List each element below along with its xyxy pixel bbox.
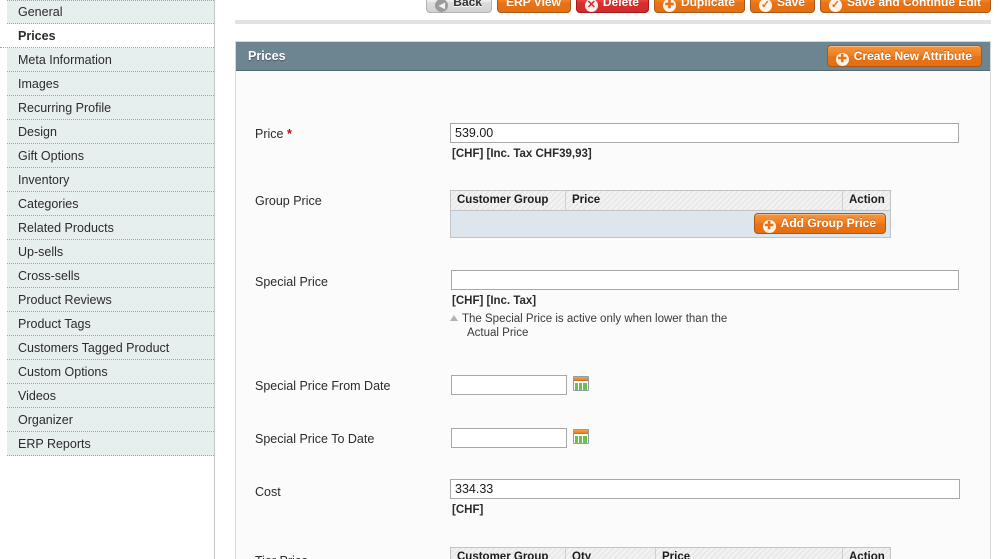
check-icon: ✓: [759, 0, 772, 12]
field-row-tax-class: Tax Class * Artikel: [236, 321, 990, 345]
check-icon: ✓: [829, 0, 842, 12]
sidebar-item-label: Up-sells: [18, 245, 63, 259]
calendar-icon[interactable]: [573, 376, 589, 391]
field-row-special-from-date: Special Price From Date: [236, 153, 990, 177]
calendar-icon[interactable]: [573, 429, 589, 444]
plus-icon: ✚: [663, 0, 676, 12]
field-row-special-to-date: Special Price To Date: [236, 177, 990, 201]
back-button[interactable]: ◀ Back: [426, 0, 492, 13]
cost-input[interactable]: [450, 479, 960, 499]
special-price-to-date-input[interactable]: [451, 428, 567, 448]
sidebar-item-label: Videos: [18, 389, 56, 403]
sidebar-item-label: Inventory: [18, 173, 69, 187]
sidebar-item-related-products[interactable]: Related Products: [7, 216, 214, 240]
product-tabs-sidebar: General Prices Meta Information Images Recur…: [0, 0, 215, 559]
special-price-from-date-label: Special Price From Date: [255, 379, 455, 394]
field-row-tier-price: Tier Price Customer Group Qty Price Acti…: [236, 225, 990, 249]
create-new-attribute-label: Create New Attribute: [854, 49, 972, 63]
sidebar-item-organizer[interactable]: Organizer: [7, 408, 214, 432]
sidebar-item-label: General: [18, 5, 62, 19]
sidebar-item-up-sells[interactable]: Up-sells: [7, 240, 214, 264]
sidebar-item-general[interactable]: General: [7, 0, 214, 24]
page-title: Prices: [248, 49, 286, 63]
toolbar-divider: [235, 20, 991, 24]
sidebar-item-label: Custom Options: [18, 365, 108, 379]
field-row-display-actual-price: Display Actual Price Use config: [236, 273, 990, 297]
button-label: Duplicate: [681, 0, 735, 9]
button-label: Delete: [603, 0, 639, 9]
save-and-continue-edit-button[interactable]: ✓ Save and Continue Edit: [820, 0, 991, 13]
sidebar-item-label: Related Products: [18, 221, 114, 235]
sidebar-item-label: Product Reviews: [18, 293, 112, 307]
cost-label: Cost: [255, 485, 455, 500]
column-action: Action: [843, 548, 890, 559]
sidebar-item-meta-information[interactable]: Meta Information: [7, 48, 214, 72]
sidebar-item-label: Gift Options: [18, 149, 84, 163]
plus-icon: ✚: [836, 53, 849, 66]
prices-form: Price * [CHF] [Inc. Tax CHF39,93] Group …: [236, 71, 990, 345]
sidebar-item-label: Design: [18, 125, 57, 139]
sidebar-item-recurring-profile[interactable]: Recurring Profile: [7, 96, 214, 120]
sidebar-item-prices[interactable]: Prices: [0, 24, 214, 48]
field-row-price: Price * [CHF] [Inc. Tax CHF39,93]: [236, 81, 990, 105]
sidebar-item-product-reviews[interactable]: Product Reviews: [7, 288, 214, 312]
sidebar-item-categories[interactable]: Categories: [7, 192, 214, 216]
button-label: Save and Continue Edit: [847, 0, 981, 9]
column-qty: Qty: [566, 548, 656, 559]
sidebar-item-images[interactable]: Images: [7, 72, 214, 96]
delete-icon: ✕: [585, 0, 598, 12]
special-price-from-date-input[interactable]: [451, 375, 567, 395]
button-label: Save: [777, 0, 805, 9]
sidebar-item-label: Meta Information: [18, 53, 112, 67]
sidebar-item-custom-options[interactable]: Custom Options: [7, 360, 214, 384]
field-row-special-price: Special Price [CHF] [Inc. Tax] The Speci…: [236, 129, 990, 153]
delete-button[interactable]: ✕ Delete: [576, 0, 649, 13]
sidebar-item-customers-tagged-product[interactable]: Customers Tagged Product: [7, 336, 214, 360]
tier-price-label: Tier Price: [255, 554, 455, 559]
field-row-msrp: Manufacturer's Suggested Retail Price [C…: [236, 297, 990, 321]
prices-panel: Prices ✚ Create New Attribute Price * [CH…: [235, 41, 991, 559]
erp-view-button[interactable]: ERP View: [497, 0, 571, 13]
button-label: ERP View: [506, 0, 561, 9]
back-arrow-icon: ◀: [435, 0, 448, 12]
column-customer-group: Customer Group: [451, 548, 566, 559]
duplicate-button[interactable]: ✚ Duplicate: [654, 0, 745, 13]
tier-price-grid: Customer Group Qty Price Action ✚Add Tie…: [450, 547, 891, 559]
sidebar-item-label: Images: [18, 77, 59, 91]
sidebar-item-erp-reports[interactable]: ERP Reports: [7, 432, 214, 456]
sidebar-item-label: Recurring Profile: [18, 101, 111, 115]
field-row-apply-map: Apply MAP Use config: [236, 249, 990, 273]
sidebar-item-gift-options[interactable]: Gift Options: [7, 144, 214, 168]
sidebar-item-label: Prices: [18, 29, 56, 43]
sidebar-item-videos[interactable]: Videos: [7, 384, 214, 408]
create-new-attribute-button[interactable]: ✚ Create New Attribute: [827, 45, 982, 67]
save-button[interactable]: ✓ Save: [750, 0, 815, 13]
sidebar-item-label: Product Tags: [18, 317, 91, 331]
field-row-group-price: Group Price Customer Group Price Action …: [236, 105, 990, 129]
sidebar-item-label: Organizer: [18, 413, 73, 427]
button-label: Back: [453, 0, 482, 9]
sidebar-item-label: ERP Reports: [18, 437, 91, 451]
tier-price-grid-header: Customer Group Qty Price Action: [451, 548, 890, 559]
special-price-to-date-label: Special Price To Date: [255, 432, 455, 447]
page-toolbar: ◀ Back ERP View ✕ Delete ✚ Duplicate ✓ Save ✓ Save…: [235, 0, 991, 21]
sidebar-item-label: Cross-sells: [18, 269, 80, 283]
sidebar-item-label: Categories: [18, 197, 78, 211]
sidebar-item-design[interactable]: Design: [7, 120, 214, 144]
cost-currency-note: [CHF]: [452, 504, 483, 516]
sidebar-item-cross-sells[interactable]: Cross-sells: [7, 264, 214, 288]
prices-panel-header: Prices ✚ Create New Attribute: [236, 42, 990, 71]
field-row-cost: Cost [CHF]: [236, 201, 990, 225]
sidebar-item-label: Customers Tagged Product: [18, 341, 169, 355]
sidebar-item-inventory[interactable]: Inventory: [7, 168, 214, 192]
column-price: Price: [656, 548, 843, 559]
sidebar-item-product-tags[interactable]: Product Tags: [7, 312, 214, 336]
